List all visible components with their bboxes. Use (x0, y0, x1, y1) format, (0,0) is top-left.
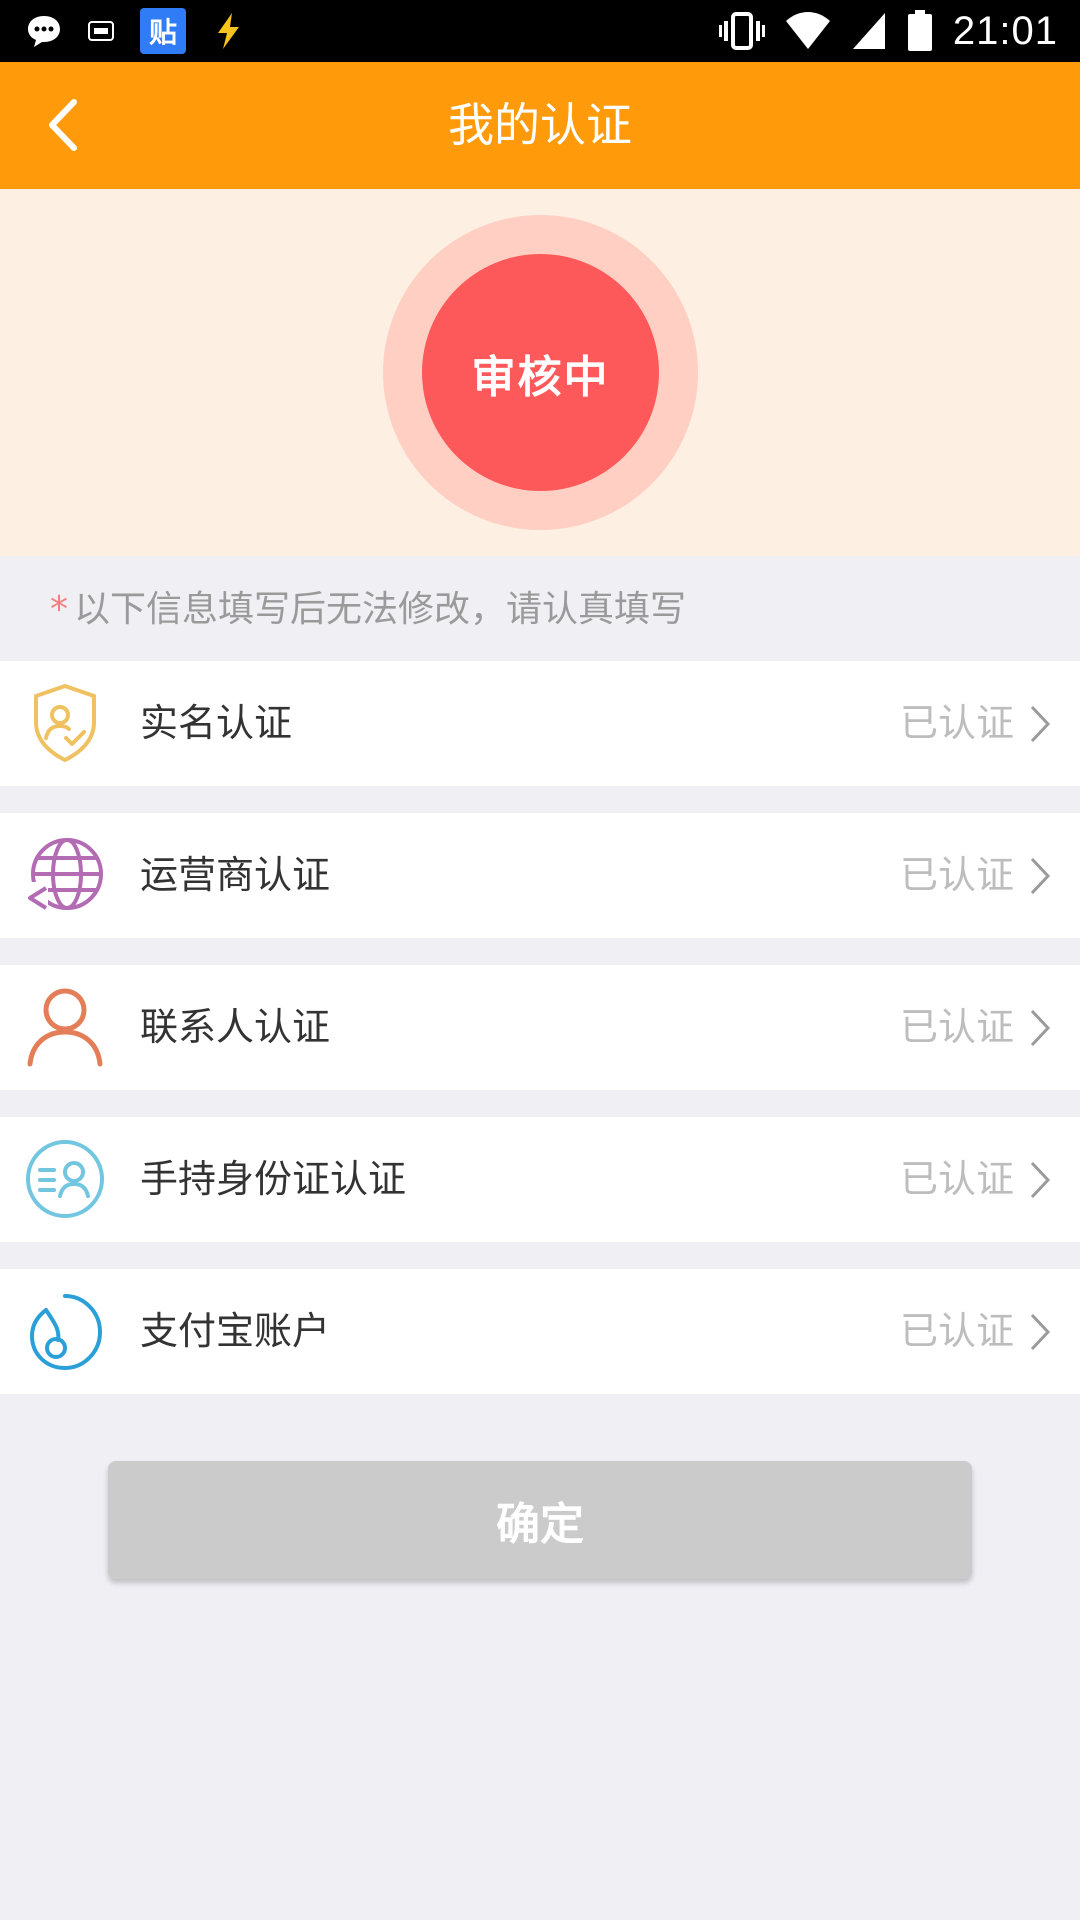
vibrate-icon (718, 12, 765, 50)
system-icons: 21:01 (718, 8, 1058, 54)
status-bar: 贴 21:01 (0, 0, 1080, 62)
notice-message: 以下信息填写后无法修改，请认真填写 (74, 589, 687, 630)
globe-icon (26, 838, 103, 910)
chevron-right-icon (1030, 705, 1051, 743)
item-status: 已认证 (899, 1309, 1014, 1353)
flash-icon (218, 13, 239, 49)
person-icon (27, 988, 103, 1067)
list-item-alipay[interactable]: 支付宝账户 已认证 (0, 1269, 1080, 1394)
review-status-badge: 审核中 (422, 254, 659, 491)
item-label: 实名认证 (140, 701, 293, 745)
status-banner: 审核中 (0, 189, 1080, 556)
confirm-button[interactable]: 确定 (108, 1461, 972, 1579)
battery-icon (907, 10, 932, 51)
chevron-right-icon (1030, 857, 1051, 895)
iqiyi-icon (88, 21, 114, 41)
list-item-carrier[interactable]: 运营商认证 已认证 (0, 813, 1080, 938)
alipay-icon (29, 1294, 103, 1371)
list-item-id-card[interactable]: 手持身份证认证 已认证 (0, 1117, 1080, 1242)
notice-text: * 以下信息填写后无法修改，请认真填写 (50, 580, 686, 632)
item-label: 手持身份证认证 (140, 1157, 407, 1201)
clock: 21:01 (952, 8, 1058, 53)
item-status: 已认证 (899, 701, 1014, 745)
item-status: 已认证 (899, 1005, 1014, 1049)
item-status: 已认证 (899, 853, 1014, 897)
chat-bubble-icon (28, 16, 60, 47)
tieba-icon: 贴 (140, 8, 186, 54)
item-status: 已认证 (899, 1157, 1014, 1201)
id-card-icon (26, 1140, 104, 1218)
list-item-real-name[interactable]: 实名认证 已认证 (0, 661, 1080, 786)
page-title: 我的认证 (448, 98, 632, 152)
status-ring: 审核中 (383, 215, 698, 530)
required-asterisk: * (50, 589, 68, 630)
notification-icons: 贴 (26, 8, 244, 54)
cell-signal-icon (852, 13, 885, 49)
list-item-contacts[interactable]: 联系人认证 已认证 (0, 965, 1080, 1090)
chevron-right-icon (1030, 1009, 1051, 1047)
item-label: 支付宝账户 (140, 1309, 331, 1353)
item-label: 联系人认证 (140, 1005, 331, 1049)
item-label: 运营商认证 (140, 853, 331, 897)
wifi-icon (785, 12, 830, 49)
chevron-right-icon (1030, 1313, 1051, 1351)
app-header: 我的认证 (0, 62, 1080, 189)
shield-person-icon (34, 683, 96, 763)
chevron-right-icon (1030, 1161, 1051, 1199)
